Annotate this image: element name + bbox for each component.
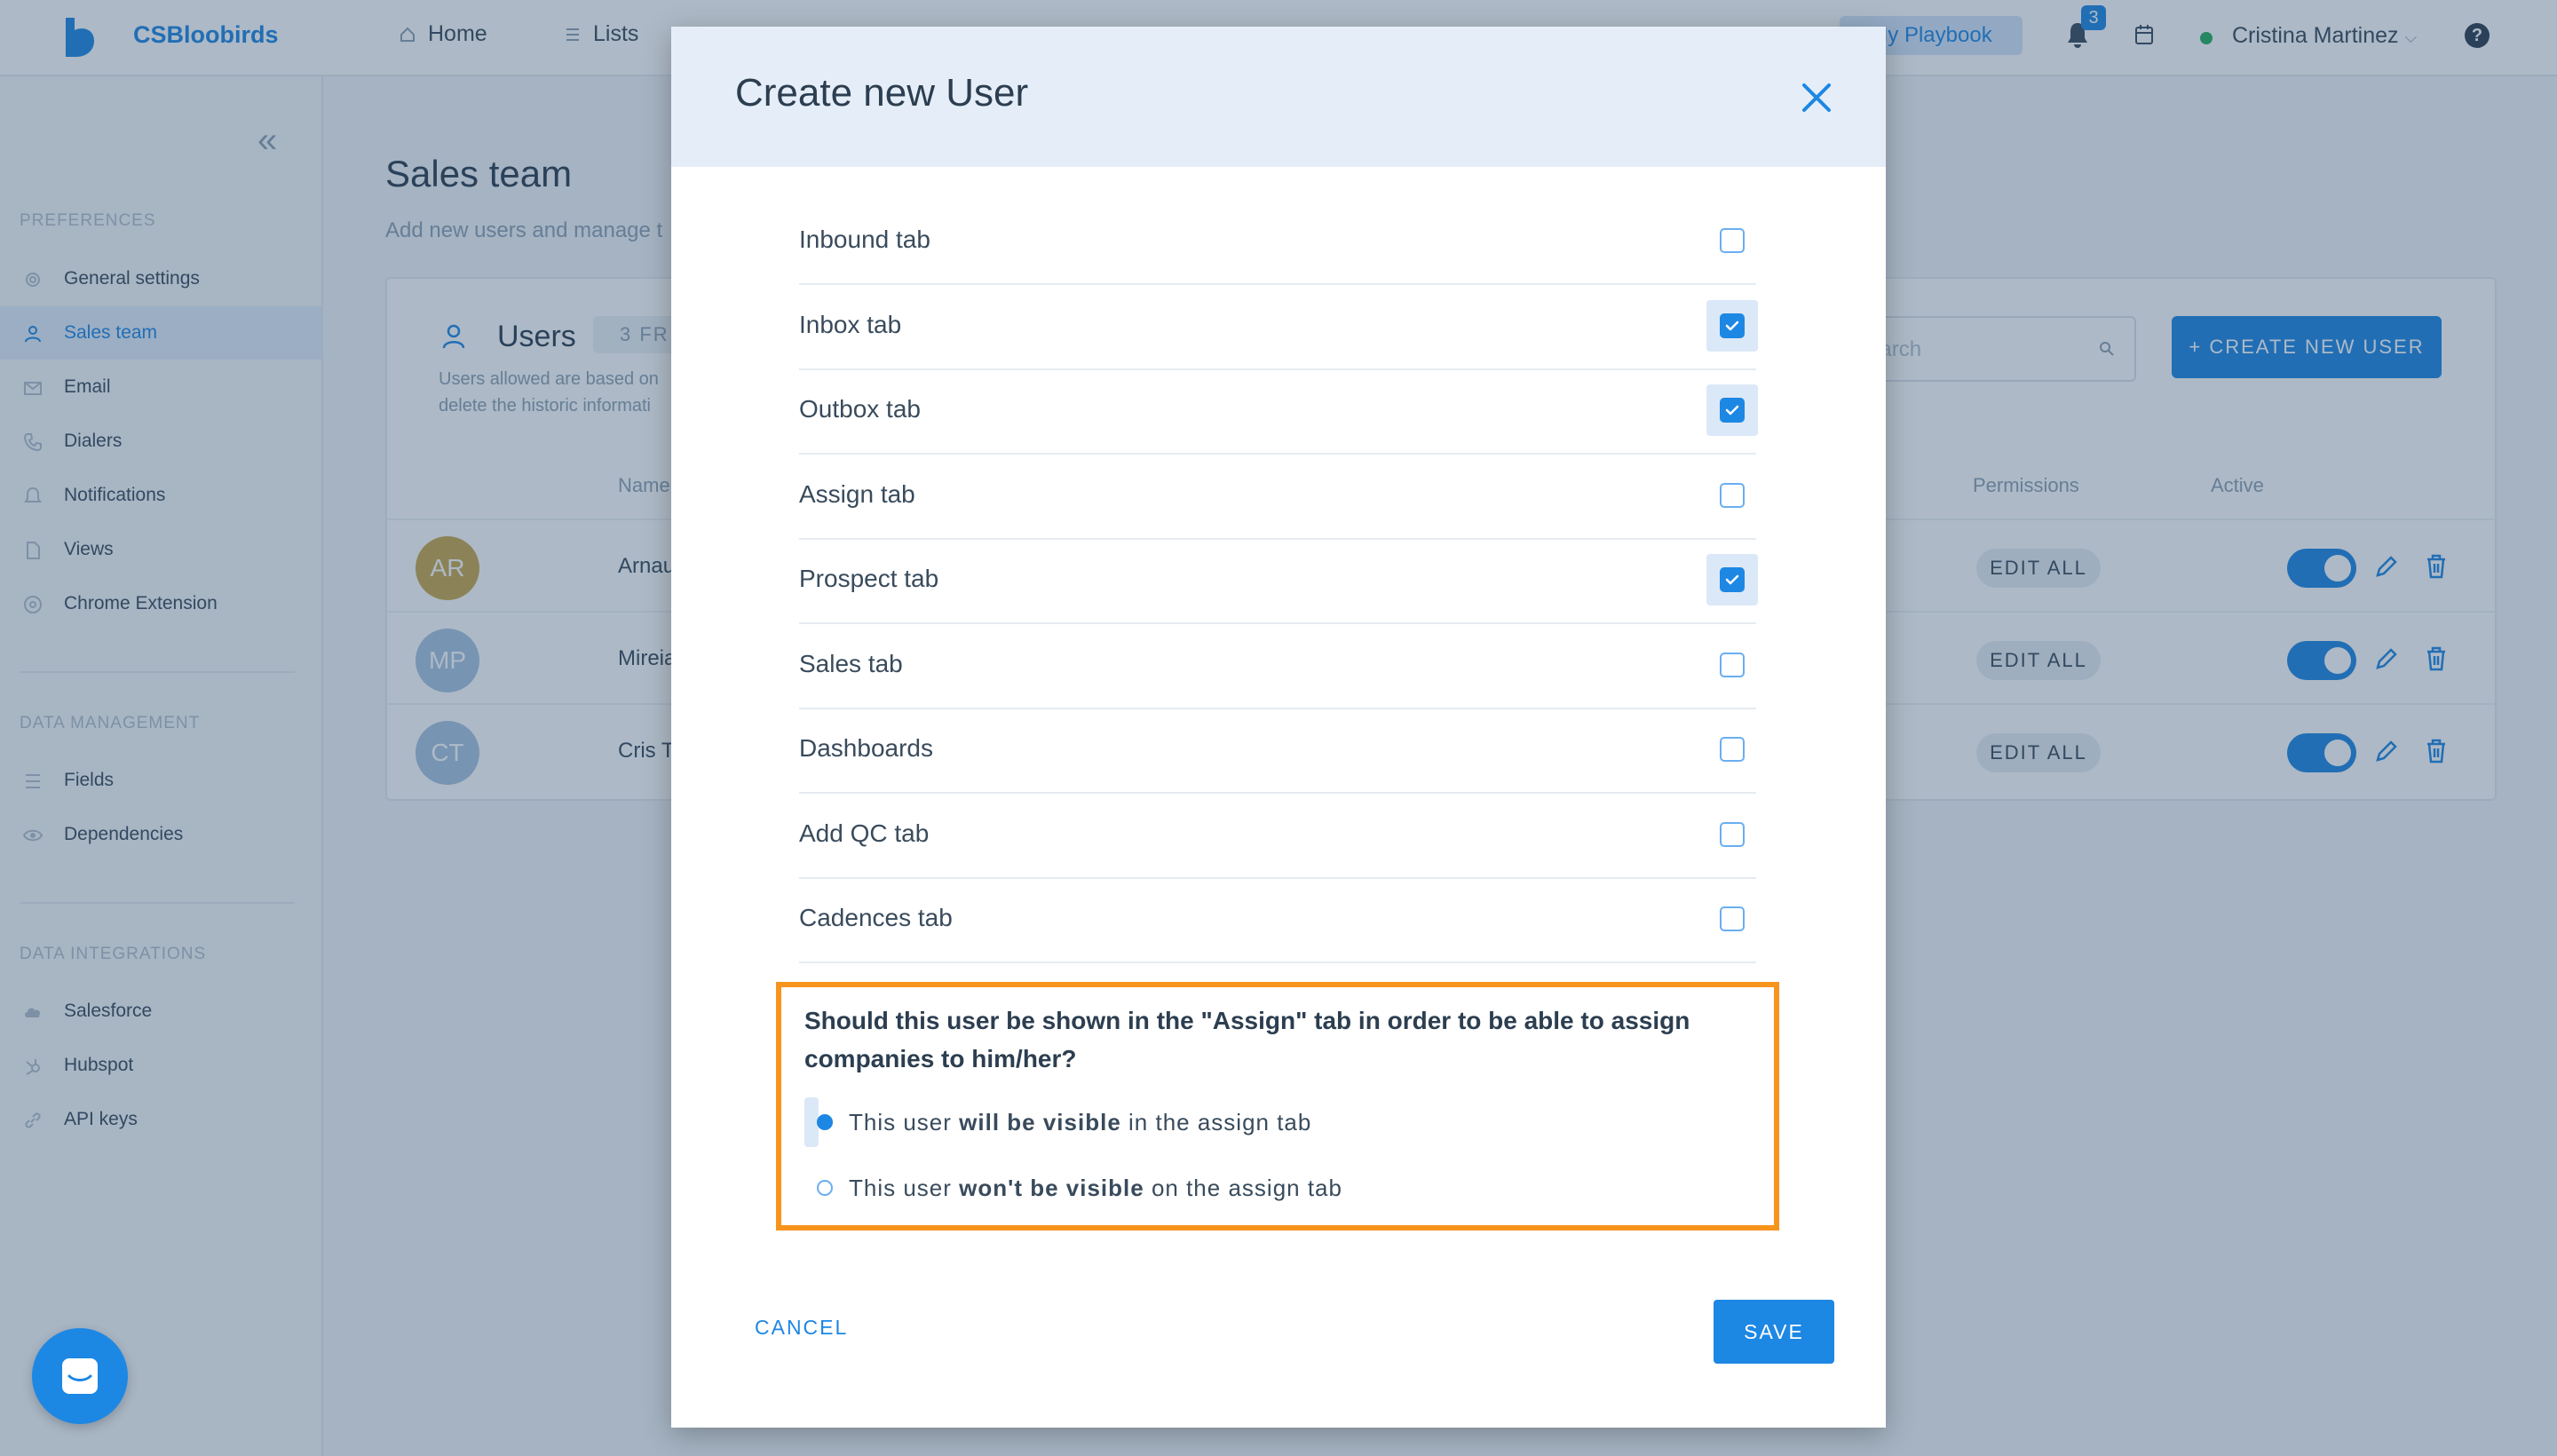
- option-text-post: on the assign tab: [1144, 1175, 1342, 1201]
- permission-row[interactable]: Dashboards: [799, 708, 1756, 794]
- save-button[interactable]: SAVE: [1714, 1300, 1834, 1364]
- checkbox-container[interactable]: [1706, 215, 1758, 266]
- option-text-strong: will be visible: [959, 1109, 1121, 1136]
- modal-title: Create new User: [735, 71, 1029, 115]
- permission-row[interactable]: Outbox tab: [799, 368, 1758, 455]
- checkbox-container[interactable]: [1706, 384, 1758, 436]
- assign-visibility-question: Should this user be shown in the "Assign…: [804, 1007, 1690, 1072]
- permission-checkbox[interactable]: [1720, 822, 1745, 847]
- permission-checkbox[interactable]: [1720, 398, 1745, 423]
- assign-visibility-highlight: Should this user be shown in the "Assign…: [776, 982, 1779, 1230]
- permission-checkbox[interactable]: [1720, 737, 1745, 762]
- permission-row[interactable]: Inbox tab: [799, 284, 1758, 370]
- radio-option-visible[interactable]: This user will be visible in the assign …: [804, 1097, 1310, 1147]
- checkbox-container[interactable]: [1706, 893, 1758, 945]
- close-icon[interactable]: [1797, 78, 1836, 117]
- chat-icon: [62, 1358, 98, 1394]
- radio-option-hidden-label: This user won't be visible on the assign…: [849, 1175, 1342, 1202]
- permission-row[interactable]: Prospect tab: [799, 538, 1758, 624]
- permission-checkbox[interactable]: [1720, 906, 1745, 931]
- permission-row[interactable]: Inbound tab: [799, 199, 1756, 285]
- checkmark-icon: [1725, 320, 1739, 331]
- permission-label: Dashboards: [799, 734, 933, 762]
- radio-button-hidden[interactable]: [817, 1180, 833, 1196]
- checkbox-container[interactable]: [1706, 639, 1758, 691]
- option-text-pre: This user: [849, 1175, 960, 1201]
- option-text-strong: won't be visible: [959, 1175, 1144, 1201]
- permission-checkbox[interactable]: [1720, 483, 1745, 508]
- checkbox-container[interactable]: [1706, 724, 1758, 775]
- modal-header: Create new User: [671, 27, 1886, 167]
- permission-label: Add QC tab: [799, 819, 930, 847]
- checkbox-container[interactable]: [1706, 554, 1758, 605]
- permission-label: Outbox tab: [799, 395, 921, 423]
- permission-row[interactable]: Sales tab: [799, 623, 1756, 709]
- permission-label: Inbound tab: [799, 226, 930, 253]
- permission-row[interactable]: Assign tab: [799, 454, 1756, 540]
- option-text-pre: This user: [849, 1109, 960, 1136]
- permission-label: Assign tab: [799, 480, 915, 508]
- option-text-post: in the assign tab: [1120, 1109, 1312, 1136]
- radio-option-visible-label: This user will be visible in the assign …: [849, 1109, 1311, 1136]
- permission-label: Inbox tab: [799, 311, 902, 338]
- permission-label: Prospect tab: [799, 565, 939, 592]
- radio-button-visible[interactable]: [817, 1114, 833, 1130]
- permission-label: Cadences tab: [799, 904, 953, 931]
- permission-checkbox[interactable]: [1720, 313, 1745, 338]
- permission-checkbox[interactable]: [1720, 653, 1745, 677]
- permission-label: Sales tab: [799, 650, 903, 677]
- checkmark-icon: [1725, 574, 1739, 585]
- permission-row[interactable]: Add QC tab: [799, 793, 1756, 879]
- cancel-button[interactable]: CANCEL: [755, 1316, 848, 1340]
- checkmark-icon: [1725, 405, 1739, 415]
- checkbox-container[interactable]: [1706, 300, 1758, 352]
- chat-launcher-button[interactable]: [32, 1328, 128, 1424]
- checkbox-container[interactable]: [1706, 809, 1758, 860]
- checkbox-container[interactable]: [1706, 470, 1758, 521]
- permission-checkbox[interactable]: [1720, 228, 1745, 253]
- create-user-modal: Create new User Inbound tab Inbox tab Outb…: [671, 27, 1886, 1428]
- permission-row[interactable]: Cadences tab: [799, 877, 1756, 963]
- permission-checkbox[interactable]: [1720, 567, 1745, 592]
